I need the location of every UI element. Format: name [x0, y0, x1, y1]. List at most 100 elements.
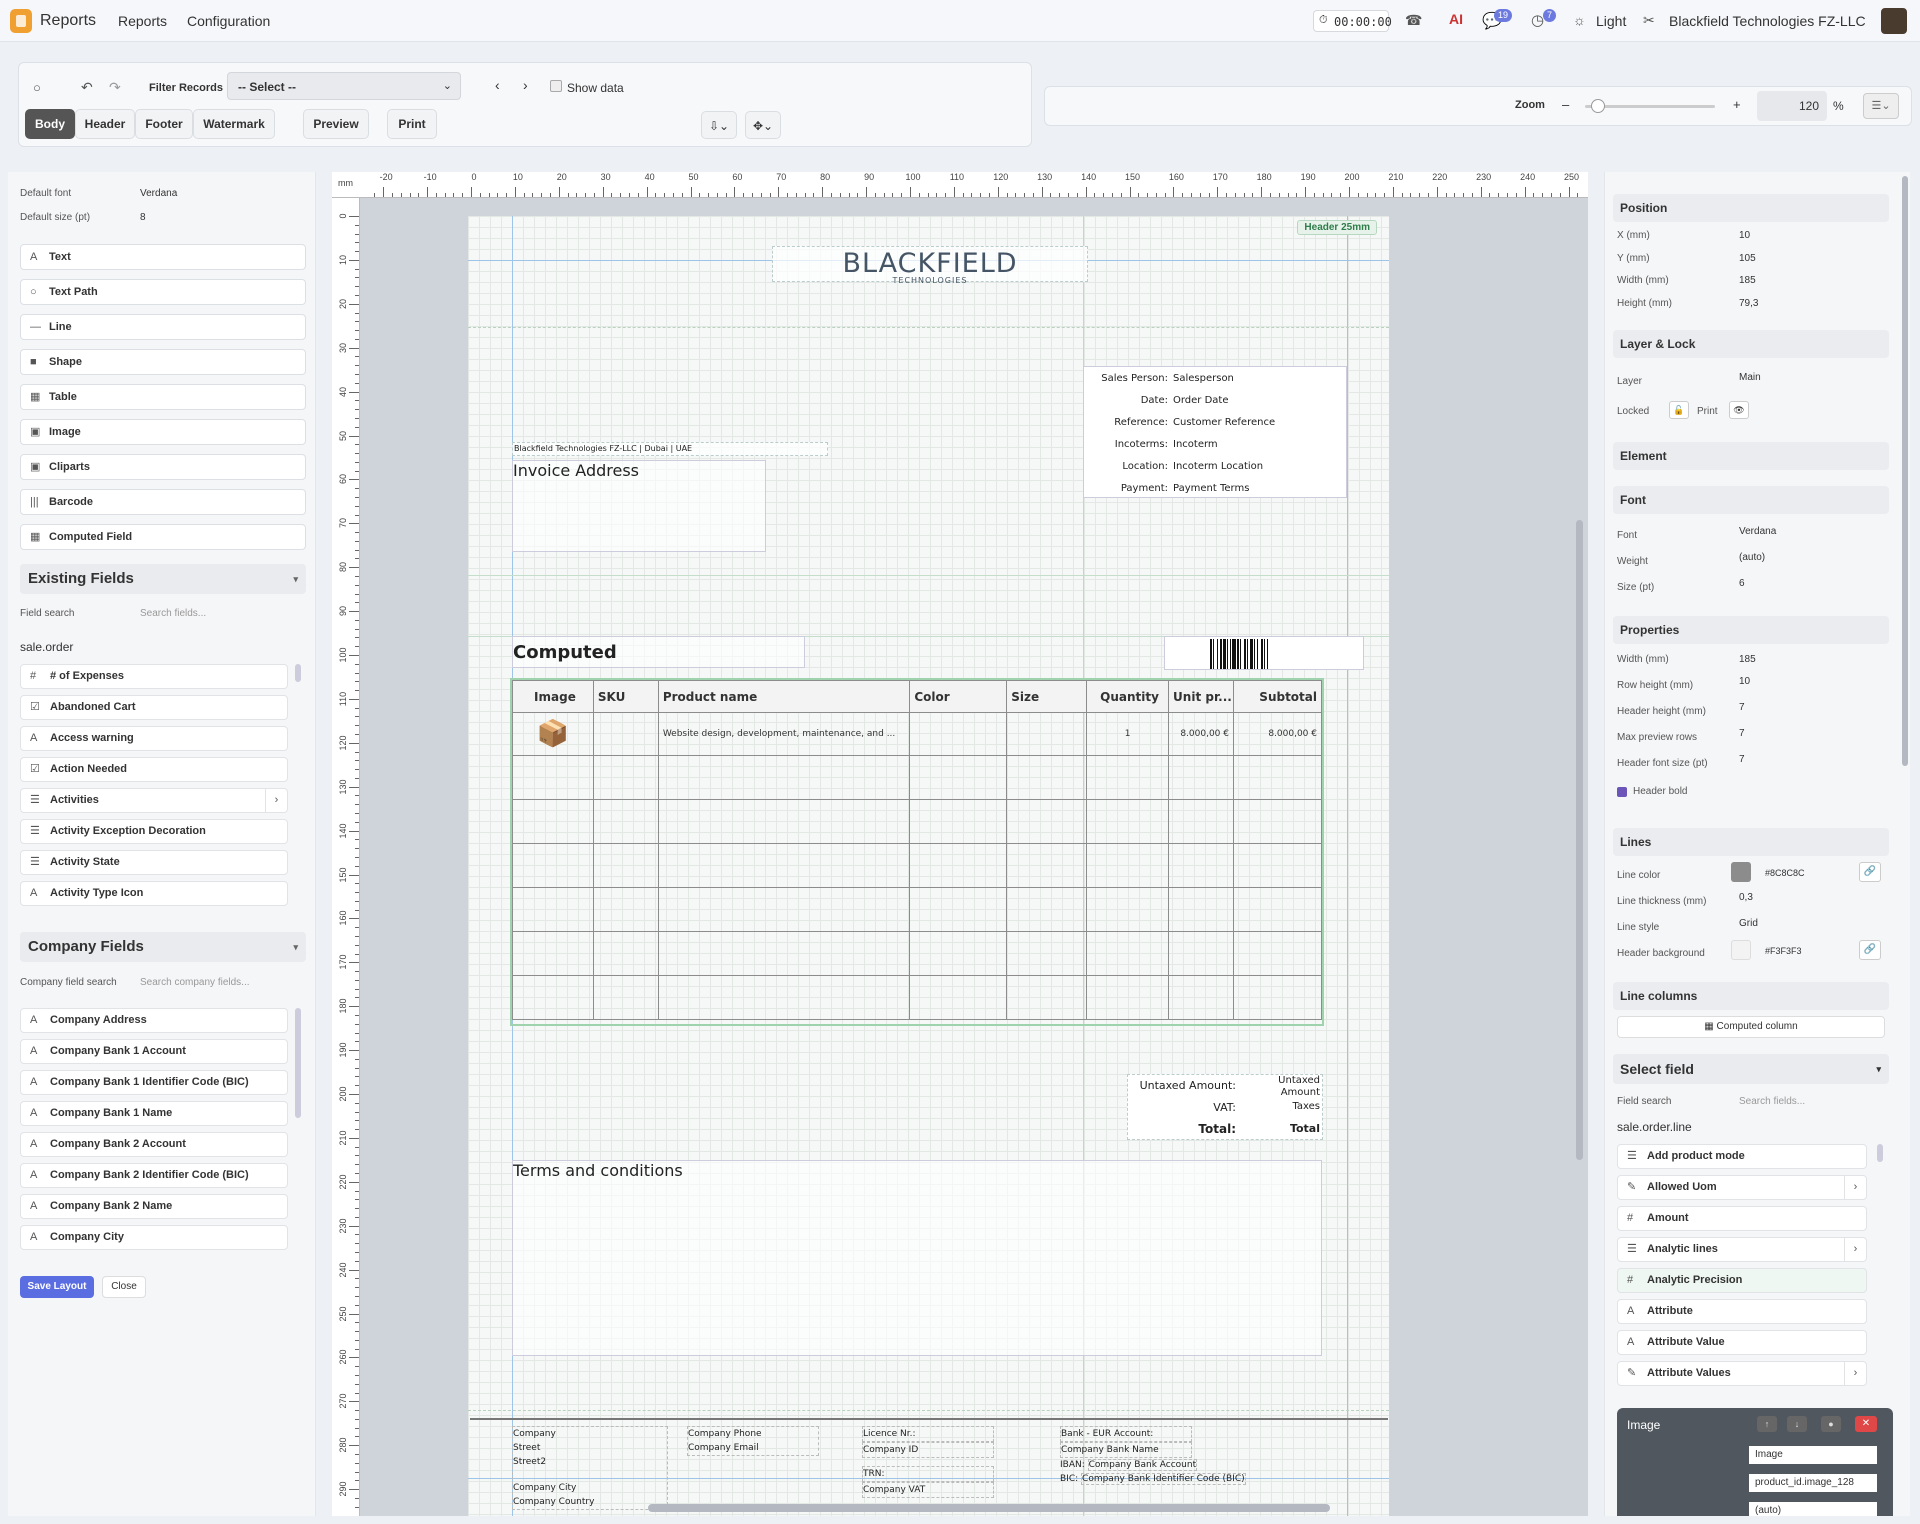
preview-button[interactable]: Preview: [303, 109, 369, 139]
report-page[interactable]: Header 25mm BLACKFIELD TECHNOLOGIES Sale…: [468, 216, 1389, 1516]
company-field-item[interactable]: A Company Bank 2 Name: [20, 1194, 288, 1219]
chevron-right-icon[interactable]: ›: [1844, 1176, 1866, 1199]
default-size-value[interactable]: 8: [140, 212, 146, 223]
field-search-input[interactable]: Search fields...: [140, 608, 206, 619]
line-columns-section-header[interactable]: Line columns: [1613, 982, 1889, 1010]
field-item[interactable]: A Activity Type Icon: [20, 881, 288, 906]
position-section-header[interactable]: Position: [1613, 194, 1889, 222]
tool-shape[interactable]: ■ Shape: [20, 349, 306, 375]
tool-line[interactable]: — Line: [20, 314, 306, 340]
computed-field-box[interactable]: Computed: [512, 636, 805, 668]
order-info-box[interactable]: Sales Person: Salesperson Date: Order Da…: [1083, 366, 1347, 498]
col-header[interactable]: Color: [909, 680, 1008, 713]
image-field-input[interactable]: Image: [1749, 1446, 1877, 1464]
sun-icon[interactable]: ☼: [1573, 12, 1586, 28]
prop-value[interactable]: 6: [1739, 578, 1745, 589]
close-button[interactable]: Close: [102, 1276, 146, 1298]
company-search-input[interactable]: Search company fields...: [140, 977, 250, 988]
col-header[interactable]: SKU: [592, 680, 659, 713]
prop-value[interactable]: 7: [1739, 754, 1745, 765]
unlock-icon[interactable]: 🔓: [1669, 401, 1689, 419]
menu-configuration[interactable]: Configuration: [187, 13, 270, 29]
prop-value[interactable]: 185: [1739, 654, 1756, 665]
field-item[interactable]: # Amount: [1617, 1206, 1867, 1231]
eye-icon[interactable]: 👁: [1729, 401, 1749, 419]
layer-section-header[interactable]: Layer & Lock: [1613, 330, 1889, 358]
zoom-out-button[interactable]: –: [1562, 97, 1569, 112]
close-icon[interactable]: ✕: [1855, 1416, 1877, 1432]
order-lines-table[interactable]: Image SKU Product name Color Size Quanti…: [512, 680, 1323, 1020]
prop-value[interactable]: (auto): [1739, 552, 1765, 563]
footer-bank-block[interactable]: Bank - EUR Account: Company Bank Name IB…: [1060, 1426, 1288, 1486]
col-header[interactable]: Subtotal: [1232, 680, 1323, 713]
col-header[interactable]: Product name: [657, 680, 911, 713]
company-field-item[interactable]: A Company Bank 2 Identifier Code (BIC): [20, 1163, 288, 1188]
ai-icon[interactable]: AI: [1449, 11, 1463, 27]
font-section-header[interactable]: Font: [1613, 486, 1889, 514]
header-bg-value[interactable]: #F3F3F3: [1765, 946, 1802, 956]
company-field-item[interactable]: A Company Bank 1 Name: [20, 1101, 288, 1126]
undo-icon[interactable]: ↶: [81, 79, 93, 96]
table-row[interactable]: 📦 Website design, development, maintenan…: [512, 712, 1323, 756]
next-record-icon[interactable]: ›: [523, 77, 528, 93]
line-style-value[interactable]: Grid: [1739, 918, 1758, 929]
company-field-item[interactable]: A Company City: [20, 1225, 288, 1250]
company-field-item[interactable]: A Company Bank 1 Account: [20, 1039, 288, 1064]
barcode-box[interactable]: [1164, 636, 1364, 670]
prop-value[interactable]: 10: [1739, 230, 1750, 241]
field-search-input[interactable]: Search fields...: [1739, 1096, 1805, 1107]
logo-box[interactable]: BLACKFIELD TECHNOLOGIES: [772, 246, 1088, 285]
tool-barcode[interactable]: ||| Barcode: [20, 489, 306, 515]
tool-text[interactable]: A Text: [20, 244, 306, 270]
col-header[interactable]: Unit pr...: [1168, 680, 1234, 713]
footer-contact-block[interactable]: Company Phone Company Email: [687, 1426, 819, 1456]
line-thickness-value[interactable]: 0,3: [1739, 892, 1753, 903]
right-panel-scrollbar[interactable]: [1902, 176, 1908, 766]
field-item[interactable]: ☰ Activities ›: [20, 788, 288, 813]
zoom-in-button[interactable]: +: [1733, 97, 1741, 112]
properties-section-header[interactable]: Properties: [1613, 616, 1889, 644]
redo-icon[interactable]: ↷: [109, 79, 121, 96]
link-icon[interactable]: 🔗: [1859, 862, 1881, 882]
sender-line-box[interactable]: Blackfield Technologies FZ-LLC | Dubai |…: [512, 442, 828, 456]
tool-image[interactable]: ▣ Image: [20, 419, 306, 445]
field-item[interactable]: ✎ Attribute Values ›: [1617, 1361, 1867, 1386]
zoom-slider[interactable]: [1585, 99, 1715, 113]
fields-scrollbar[interactable]: [295, 664, 301, 682]
company-switcher[interactable]: Blackfield Technologies FZ-LLC: [1669, 13, 1866, 29]
field-item[interactable]: A Attribute: [1617, 1299, 1867, 1324]
header-bg-swatch[interactable]: [1731, 940, 1751, 960]
default-font-value[interactable]: Verdana: [140, 188, 177, 199]
line-color-swatch[interactable]: [1731, 862, 1751, 882]
tool-cliparts[interactable]: ▣ Cliparts: [20, 454, 306, 480]
zoom-slider-thumb[interactable]: [1591, 99, 1605, 113]
field-item[interactable]: ☰ Analytic lines ›: [1617, 1237, 1867, 1262]
menu-reports[interactable]: Reports: [118, 13, 167, 29]
prop-value[interactable]: 105: [1739, 253, 1756, 264]
arrow-down-icon[interactable]: ↓: [1787, 1416, 1807, 1432]
company-field-item[interactable]: A Company Address: [20, 1008, 288, 1033]
field-item[interactable]: A Access warning: [20, 726, 288, 751]
image-source-input[interactable]: product_id.image_128: [1749, 1474, 1877, 1492]
tab-footer[interactable]: Footer: [135, 109, 193, 139]
tool-table[interactable]: ▦ Table: [20, 384, 306, 410]
totals-box[interactable]: Untaxed Amount: Untaxed Amount VAT: Taxe…: [1127, 1074, 1323, 1140]
company-fields-scrollbar[interactable]: [295, 1008, 301, 1118]
print-button[interactable]: Print: [387, 109, 437, 139]
existing-fields-header[interactable]: Existing Fields ▾: [20, 564, 306, 594]
fields-scrollbar[interactable]: [1877, 1144, 1883, 1162]
canvas-horizontal-scrollbar[interactable]: [648, 1504, 1330, 1512]
field-item[interactable]: ✎ Allowed Uom ›: [1617, 1175, 1867, 1200]
show-data-checkbox[interactable]: [550, 80, 562, 92]
field-item[interactable]: ☑ Abandoned Cart: [20, 695, 288, 720]
field-item[interactable]: ☰ Activity State: [20, 850, 288, 875]
tool-computed-field[interactable]: ▦ Computed Field: [20, 524, 306, 550]
eye-icon[interactable]: ●: [1821, 1416, 1841, 1432]
tool-text-path[interactable]: ○ Text Path: [20, 279, 306, 305]
footer-company-block[interactable]: Company Street Street2 Company City Comp…: [512, 1426, 668, 1510]
link-icon[interactable]: 🔗: [1859, 940, 1881, 960]
col-header[interactable]: Quantity: [1086, 680, 1170, 713]
chevron-right-icon[interactable]: ›: [1844, 1362, 1866, 1385]
prev-record-icon[interactable]: ‹: [495, 77, 500, 93]
tools-icon[interactable]: ✂: [1643, 12, 1655, 29]
